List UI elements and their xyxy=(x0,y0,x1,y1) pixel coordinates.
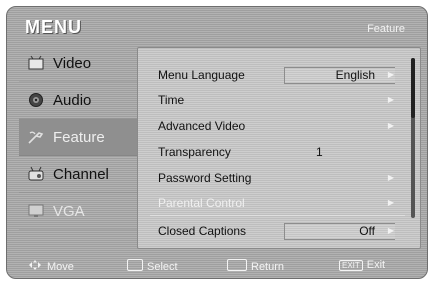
channel-icon xyxy=(27,165,45,183)
exit-hint: EXIT Exit xyxy=(339,259,385,271)
menu-language-value-box: English xyxy=(284,67,395,84)
current-section: Feature xyxy=(367,23,405,35)
return-hint: Return xyxy=(227,259,284,274)
vga-icon xyxy=(27,202,45,220)
feature-icon xyxy=(27,128,45,146)
right-arrow-icon: ▶ xyxy=(387,121,394,130)
parental-control-row[interactable]: Parental Control ▶ xyxy=(138,192,400,214)
time-row[interactable]: Time ▶ xyxy=(138,89,400,111)
setting-label: Parental Control xyxy=(158,196,245,210)
sidebar-item-video[interactable]: Video xyxy=(19,45,137,82)
transparency-row[interactable]: Transparency 1 xyxy=(138,141,400,163)
sidebar-item-label: Feature xyxy=(53,128,105,146)
video-icon xyxy=(27,54,45,72)
sidebar-item-vga[interactable]: VGA xyxy=(19,193,137,230)
sidebar-item-audio[interactable]: Audio xyxy=(19,82,137,119)
sidebar-item-feature[interactable]: Feature xyxy=(19,119,137,156)
sidebar-item-label: VGA xyxy=(53,202,85,220)
sidebar-item-channel[interactable]: Channel xyxy=(19,156,137,193)
setting-label: Closed Captions xyxy=(158,224,247,238)
sidebar-item-label: Channel xyxy=(53,165,109,183)
advanced-video-row[interactable]: Advanced Video ▶ xyxy=(138,115,400,137)
closed-captions-value-box: Off xyxy=(284,223,395,240)
scrollbar[interactable] xyxy=(411,58,415,218)
menu-language-row[interactable]: Menu Language English ▶ xyxy=(138,64,400,86)
dpad-icon xyxy=(27,259,43,274)
divider xyxy=(150,215,405,216)
exit-key-icon: EXIT xyxy=(339,259,363,271)
right-arrow-icon: ▶ xyxy=(387,226,394,235)
return-icon xyxy=(227,259,247,274)
return-hint-label: Return xyxy=(251,260,285,273)
sidebar-item-label: Audio xyxy=(53,91,92,109)
setting-label: Transparency xyxy=(158,145,231,159)
right-arrow-icon: ▶ xyxy=(387,95,394,104)
move-hint-label: Move xyxy=(47,260,74,273)
move-hint: Move xyxy=(27,259,74,274)
right-arrow-icon: ▶ xyxy=(387,198,394,207)
audio-icon xyxy=(27,91,45,109)
select-hint: Select xyxy=(127,259,178,274)
transparency-value: 1 xyxy=(316,145,323,159)
closed-captions-value: Off xyxy=(359,224,375,238)
right-arrow-icon: ▶ xyxy=(387,70,394,79)
setting-label: Menu Language xyxy=(158,68,245,82)
right-arrow-icon: ▶ xyxy=(387,173,394,182)
sidebar: Video Audio Feature Channel VGA xyxy=(19,45,137,230)
menu-language-value: English xyxy=(335,68,375,82)
tv-menu-screen: MENU Feature Video Audio Feature Channel xyxy=(6,6,428,279)
menu-title: MENU xyxy=(25,17,82,37)
exit-hint-label: Exit xyxy=(366,259,386,271)
closed-captions-row[interactable]: Closed Captions Off ▶ xyxy=(138,220,400,242)
feature-settings-panel: Menu Language English ▶ Time ▶ Advanced … xyxy=(137,47,421,249)
footer-hints: Move Select Return EXIT Exit xyxy=(19,257,419,275)
password-setting-row[interactable]: Password Setting ▶ xyxy=(138,167,400,189)
scrollbar-thumb[interactable] xyxy=(411,58,415,118)
setting-label: Password Setting xyxy=(158,171,252,185)
enter-icon xyxy=(127,259,143,274)
setting-label: Time xyxy=(158,93,185,107)
select-hint-label: Select xyxy=(147,260,178,273)
sidebar-item-label: Video xyxy=(53,54,92,72)
setting-label: Advanced Video xyxy=(158,119,246,133)
